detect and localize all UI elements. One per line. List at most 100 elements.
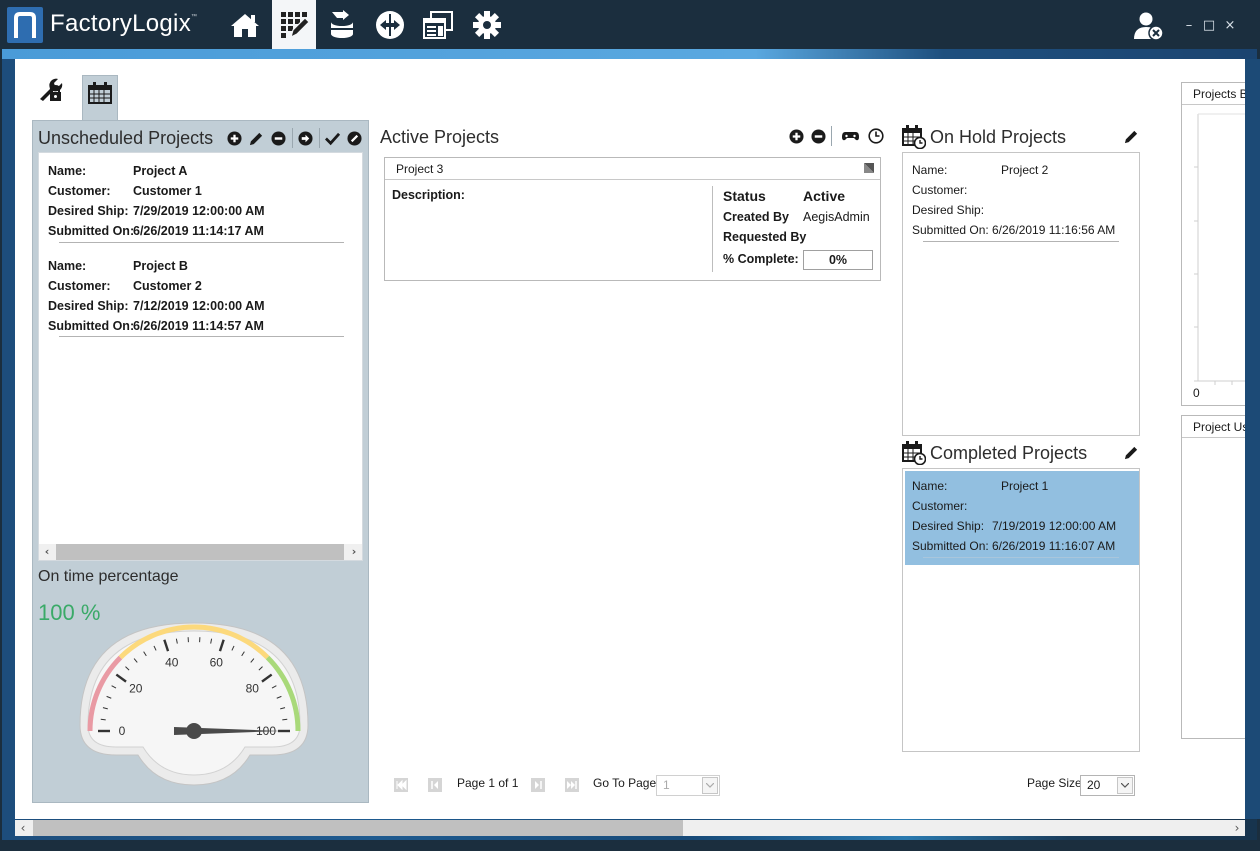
approve-button[interactable]: [324, 130, 340, 146]
gauge-tick-label: 0: [119, 724, 126, 738]
expand-icon[interactable]: [864, 163, 874, 173]
wrench-lock-icon: [40, 78, 63, 101]
main-horizontal-scrollbar[interactable]: ‹ ›: [15, 820, 1245, 836]
requested-by-label: Requested By: [723, 230, 807, 244]
desired-ship-label: Desired Ship:: [48, 204, 129, 218]
add-active-button[interactable]: [788, 128, 804, 144]
project-card[interactable]: Project 3 Description: Status Active Cre…: [384, 157, 881, 281]
record-divider: [923, 557, 1119, 558]
gauge-tick-label: 80: [246, 682, 260, 696]
scroll-right-button[interactable]: ›: [1229, 820, 1245, 836]
minimize-button[interactable]: –: [1181, 18, 1197, 34]
previous-page-button[interactable]: [428, 778, 442, 792]
gamepad-icon: [841, 132, 859, 141]
projects-by-chart-axis: [1194, 113, 1246, 385]
unscheduled-horizontal-scrollbar[interactable]: ‹ ›: [39, 544, 362, 560]
percent-complete-value: 0%: [803, 250, 873, 270]
page-size-select[interactable]: 20: [1080, 775, 1135, 796]
scroll-thumb[interactable]: [33, 820, 683, 836]
axis-tick-label: 0: [1193, 386, 1200, 400]
nav-home-button[interactable]: [223, 0, 267, 50]
record-divider: [923, 241, 1119, 242]
next-page-button[interactable]: [531, 778, 545, 792]
desired-ship-value: 7/12/2019 12:00:00 AM: [133, 299, 265, 313]
last-page-button[interactable]: [565, 778, 579, 792]
gauge-tick-label: 20: [129, 682, 143, 696]
scroll-right-button[interactable]: ›: [346, 544, 362, 560]
edit-on-hold-button[interactable]: [1123, 128, 1139, 144]
gauge-minor-tick: [100, 718, 106, 721]
history-button[interactable]: [868, 128, 884, 144]
nav-compass-button[interactable]: [368, 0, 412, 50]
user-remove-icon: [1134, 12, 1164, 41]
submitted-on-value: 6/26/2019 11:14:57 AM: [133, 319, 264, 333]
on-time-gauge: 020406080100: [79, 622, 309, 786]
go-to-page-label: Go To Page: [593, 776, 657, 790]
nav-grid-edit-button[interactable]: [272, 0, 316, 50]
gauge-title: On time percentage: [38, 568, 179, 585]
nav-windows-button[interactable]: [416, 0, 460, 50]
home-icon: [231, 14, 259, 37]
calendar-clock-icon: [902, 125, 926, 149]
name-label: Name:: [912, 479, 948, 493]
status-value: Active: [803, 188, 846, 204]
maximize-button[interactable]: □: [1201, 18, 1217, 34]
status-label: Status: [723, 188, 766, 204]
gauge-tick-label: 40: [165, 656, 179, 670]
description-label: Description:: [392, 188, 465, 202]
name-value: Project 1: [1001, 479, 1049, 493]
name-label: Name:: [48, 259, 87, 273]
list-item[interactable]: Name: Project B Customer: Customer 2 Desir…: [48, 256, 265, 336]
add-icon: [788, 128, 804, 144]
scroll-left-button[interactable]: ‹: [15, 820, 31, 836]
go-to-page-select[interactable]: 1: [656, 775, 720, 796]
check-icon: [324, 132, 340, 145]
edit-icon: [249, 132, 262, 145]
toolbar-separator: [292, 128, 293, 148]
page-size-value: 20: [1087, 778, 1101, 792]
add-icon: [226, 130, 242, 146]
logo-mark: [7, 7, 43, 43]
scroll-left-button[interactable]: ‹: [39, 544, 55, 560]
chevron-down-icon[interactable]: [1117, 777, 1133, 794]
user-logout-button[interactable]: [1134, 11, 1164, 45]
edit-unscheduled-button[interactable]: [248, 130, 264, 146]
schedule-project-button[interactable]: [297, 130, 313, 146]
active-projects-title: Active Projects: [380, 127, 500, 147]
scroll-thumb[interactable]: [56, 544, 344, 560]
nav-settings-button[interactable]: [465, 0, 509, 50]
simulate-button[interactable]: [841, 128, 859, 144]
remove-unscheduled-button[interactable]: [270, 130, 286, 146]
customer-label: Customer:: [912, 499, 968, 513]
tab-schedule[interactable]: [82, 75, 118, 121]
submitted-on-value: 6/26/2019 11:16:07 AM: [992, 539, 1116, 553]
edit-completed-button[interactable]: [1123, 444, 1139, 460]
remove-active-button[interactable]: [810, 128, 826, 144]
list-item[interactable]: Name: Project 1 Customer: Desired Ship: 7/…: [912, 476, 1116, 556]
nav-database-import-button[interactable]: [320, 0, 364, 50]
reject-button[interactable]: [346, 130, 362, 146]
first-page-button[interactable]: [394, 778, 408, 792]
unscheduled-list: Name: Project A Customer: Customer 1 Desir…: [38, 152, 363, 561]
app-logo-text: FactoryLogix™: [50, 10, 198, 37]
calendar-clock-icon: [902, 441, 926, 465]
list-item[interactable]: Name: Project A Customer: Customer 1 Desir…: [48, 161, 265, 241]
record-divider: [59, 242, 344, 243]
title-bar: FactoryLogix™ – □ ×: [0, 0, 1260, 50]
toolbar-separator: [831, 126, 832, 146]
remove-icon: [810, 128, 826, 144]
page-indicator: Page 1 of 1: [457, 776, 519, 790]
window-frame-accent: [2, 49, 1257, 59]
submitted-on-label: Submitted On:: [48, 319, 135, 333]
gauge-minor-tick: [282, 718, 288, 721]
add-unscheduled-button[interactable]: [226, 130, 242, 146]
list-item[interactable]: Name: Project 2 Customer: Desired Ship: S…: [912, 160, 1115, 240]
tab-tools[interactable]: [36, 75, 66, 105]
close-button[interactable]: ×: [1222, 18, 1238, 34]
desired-ship-label: Desired Ship:: [48, 299, 129, 313]
project-card-title: Project 3: [396, 162, 444, 176]
frame-right-edge: [1245, 59, 1260, 819]
customer-value: Customer 2: [133, 279, 202, 293]
chevron-down-icon[interactable]: [702, 777, 718, 794]
name-value: Project A: [133, 164, 188, 178]
